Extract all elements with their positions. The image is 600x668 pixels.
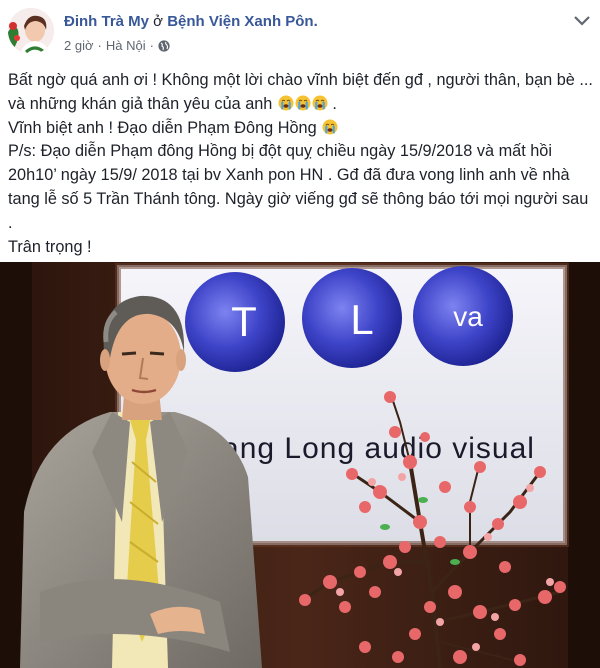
post-paragraph: P/s: Đạo diễn Phạm đông Hồng bị đột quỵ … — [8, 142, 589, 232]
author-name[interactable]: Đinh Trà My — [64, 13, 149, 30]
post-timestamp[interactable]: 2 giờ — [64, 38, 94, 53]
loudly-crying-face-icon — [322, 119, 338, 135]
post-paragraph: Trân trọng ! — [8, 237, 92, 256]
post-paragraph: Vĩnh biệt anh ! Đạo diễn Phạm Đông Hồng — [8, 117, 593, 141]
post-text-line: Vĩnh biệt anh ! Đạo diễn Phạm Đông Hồng — [8, 118, 317, 137]
post-photo[interactable]: T L va Thang Long audio visual — [0, 262, 600, 668]
logo-letter: T — [231, 298, 257, 345]
post-paragraph: Bất ngờ quá anh ơi ! Không một lời chào … — [8, 69, 593, 117]
post-location[interactable]: Hà Nội — [106, 38, 146, 53]
logo-letter: L — [350, 296, 373, 343]
loudly-crying-face-icon — [278, 95, 294, 111]
post-header: Đinh Trà My ở Bệnh Viện Xanh Pôn. 2 giờ … — [0, 0, 600, 64]
globe-icon[interactable] — [158, 39, 170, 52]
author-line: Đinh Trà My ở Bệnh Viện Xanh Pôn. — [64, 13, 318, 30]
checkin-place[interactable]: Bệnh Viện Xanh Pôn. — [167, 13, 318, 30]
post-text-line-end: . — [327, 94, 337, 113]
chevron-down-icon[interactable] — [572, 14, 592, 28]
loudly-crying-face-icon — [312, 95, 328, 111]
post-meta: 2 giờ · Hà Nội · — [64, 38, 170, 53]
meta-separator: · — [149, 38, 154, 53]
loudly-crying-face-icon — [295, 95, 311, 111]
post-body: Bất ngờ quá anh ơi ! Không một lời chào … — [8, 69, 593, 259]
logo-letter: va — [453, 301, 483, 332]
meta-separator: · — [97, 38, 102, 53]
checkin-connector: ở — [149, 13, 168, 30]
avatar[interactable] — [8, 8, 54, 54]
